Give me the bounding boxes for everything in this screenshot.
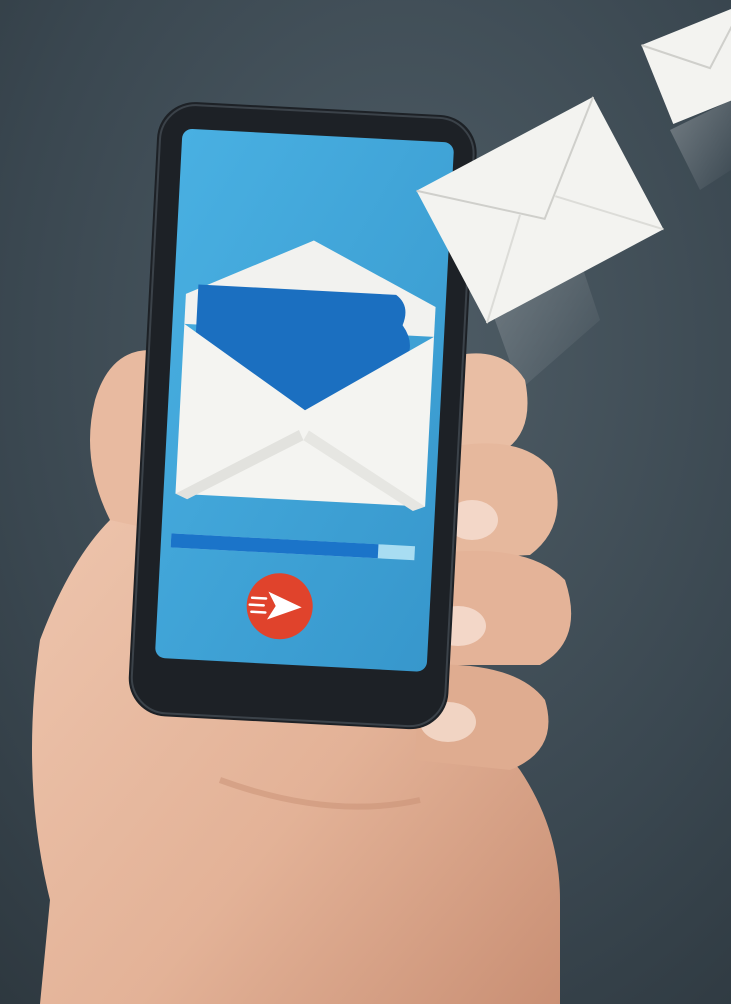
email-sending-scene xyxy=(0,0,731,1004)
